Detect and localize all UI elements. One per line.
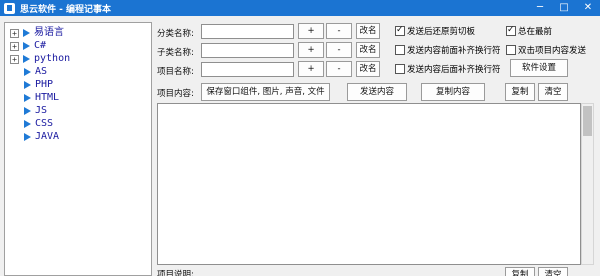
title-bar: 思云软件 - 编程记事本 ─ □ ✕ [0,0,600,16]
checkbox-box[interactable] [506,45,516,55]
tree-item-label[interactable]: JAVA [35,131,59,143]
content-label: 项目内容: [157,89,194,99]
rename-category-button[interactable]: 改名 [356,23,380,39]
tree-item[interactable]: + C# [5,40,46,52]
category-input[interactable] [201,24,294,39]
checkbox-box[interactable] [506,25,516,36]
item-label: 项目名称: [157,67,194,77]
newline-before-checkbox[interactable]: 发送内容前面补齐换行符 [395,43,501,57]
copy-content-button[interactable]: 复制内容 [421,83,485,101]
node-arrow-icon [23,42,30,50]
category-label: 分类名称: [157,29,194,39]
note-label: 项目说明: [157,270,194,276]
tree-item-label[interactable]: JS [35,105,47,117]
node-arrow-icon [24,68,31,76]
remove-category-button[interactable]: - [326,23,352,39]
tree-item[interactable]: AS [20,66,47,78]
node-arrow-icon [23,29,30,37]
expand-icon[interactable]: + [10,28,19,38]
send-content-button[interactable]: 发送内容 [347,83,407,101]
newline-after-checkbox[interactable]: 发送内容后面补齐换行符 [395,62,501,76]
newline-after-label: 发送内容后面补齐换行符 [407,65,501,75]
expand-icon[interactable]: + [10,54,19,64]
tree-item[interactable]: + 易语言 [5,27,64,39]
tree-item[interactable]: JS [20,105,47,117]
checkbox-box[interactable] [395,45,405,55]
scrollbar-thumb[interactable] [583,106,592,136]
add-subcategory-button[interactable]: + [298,42,324,58]
checkbox-box[interactable] [395,64,405,74]
tree-item[interactable]: CSS [20,118,53,130]
always-on-top-label: 总在最前 [518,27,553,37]
expand-icon[interactable]: + [10,41,19,51]
note-clear-button[interactable]: 清空 [538,267,568,276]
tree-item-label[interactable]: AS [35,66,47,78]
node-arrow-icon [24,120,31,128]
maximize-button[interactable]: □ [552,0,576,16]
restore-clipboard-label: 发送后还原剪切板 [407,27,476,37]
remove-subcategory-button[interactable]: - [326,42,352,58]
add-category-button[interactable]: + [298,23,324,39]
restore-clipboard-checkbox[interactable]: 发送后还原剪切板 [395,24,475,38]
dblclick-send-checkbox[interactable]: 双击项目内容发送 [506,43,586,57]
always-on-top-checkbox[interactable]: 总在最前 [506,24,552,38]
newline-before-label: 发送内容前面补齐换行符 [407,46,501,56]
node-arrow-icon [24,81,31,89]
checkbox-box[interactable] [395,25,405,36]
subcategory-label: 子类名称: [157,48,194,58]
settings-button[interactable]: 软件设置 [510,59,568,77]
tree-item[interactable]: PHP [20,79,53,91]
window-title: 思云软件 - 编程记事本 [20,5,112,15]
node-arrow-icon [24,107,31,115]
copy-button[interactable]: 复制 [505,83,535,101]
rename-subcategory-button[interactable]: 改名 [356,42,380,58]
content-scrollbar[interactable] [581,103,594,265]
tree-item-label[interactable]: CSS [35,118,53,130]
remove-item-button[interactable]: - [326,61,352,77]
minimize-button[interactable]: ─ [528,0,552,16]
tree-item[interactable]: JAVA [20,131,59,143]
rename-item-button[interactable]: 改名 [356,61,380,77]
item-input[interactable] [201,62,294,77]
tree-item[interactable]: HTML [20,92,59,104]
category-tree[interactable]: + 易语言 + C# + python AS PHP HTML JS CSS J… [4,22,152,276]
tree-item-label[interactable]: HTML [35,92,59,104]
dblclick-send-label: 双击项目内容发送 [518,46,587,56]
add-item-button[interactable]: + [298,61,324,77]
tree-item-label[interactable]: C# [34,40,46,52]
node-arrow-icon [24,94,31,102]
tree-item-label[interactable]: PHP [35,79,53,91]
content-textarea[interactable] [157,103,581,265]
close-button[interactable]: ✕ [576,0,600,16]
note-copy-button[interactable]: 复制 [505,267,535,276]
app-icon [4,3,15,14]
subcategory-input[interactable] [201,43,294,58]
node-arrow-icon [23,55,30,63]
tree-item[interactable]: + python [5,53,70,65]
save-widget-button[interactable]: 保存窗口组件, 图片, 声音, 文件 [201,83,330,101]
clear-button[interactable]: 清空 [538,83,568,101]
tree-item-label[interactable]: python [34,53,70,65]
node-arrow-icon [24,133,31,141]
tree-item-label[interactable]: 易语言 [34,27,64,39]
